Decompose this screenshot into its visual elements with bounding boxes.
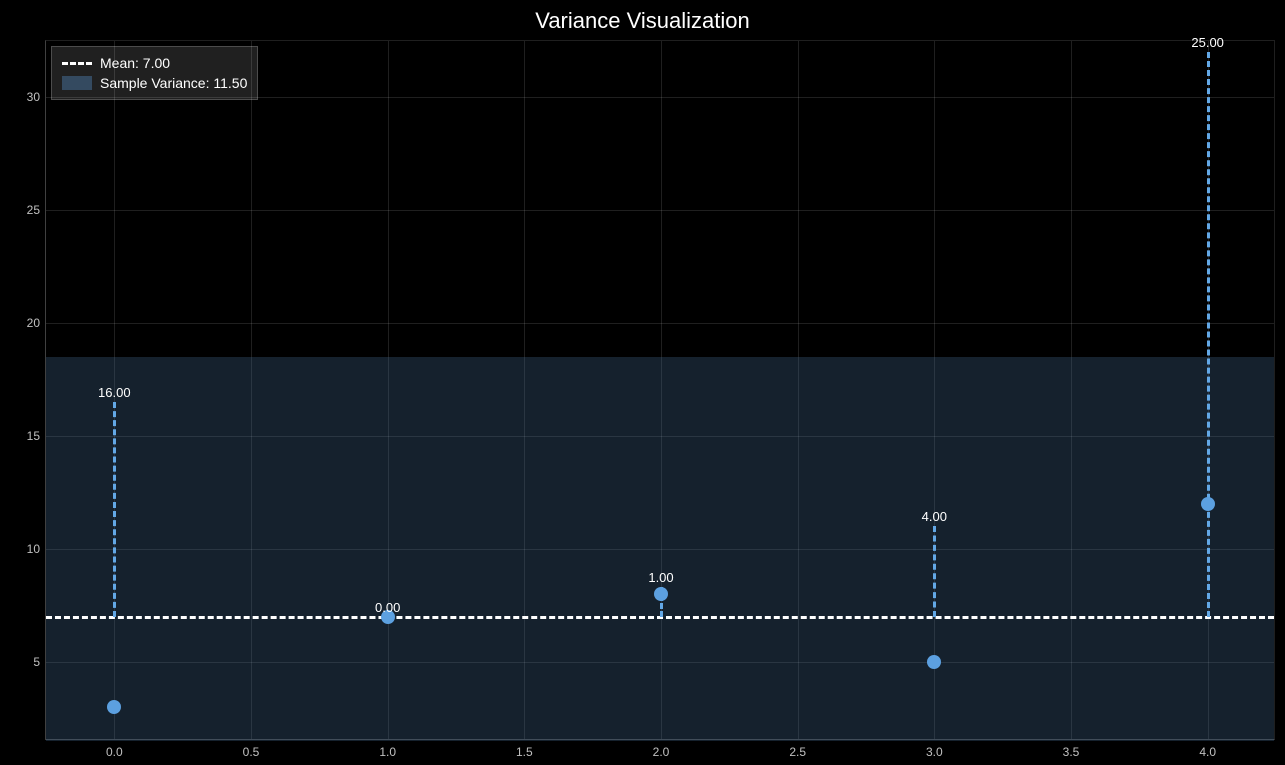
variance-band bbox=[46, 357, 1274, 741]
legend-swatch-variance bbox=[62, 76, 92, 90]
y-tick-label: 10 bbox=[27, 542, 40, 556]
deviation-label: 25.00 bbox=[1191, 35, 1224, 50]
data-point bbox=[927, 655, 941, 669]
x-tick-label: 2.5 bbox=[789, 745, 806, 759]
gridline-h bbox=[46, 210, 1274, 211]
data-point bbox=[1201, 497, 1215, 511]
x-tick-label: 1.0 bbox=[379, 745, 396, 759]
legend-entry-mean: Mean: 7.00 bbox=[62, 53, 247, 73]
deviation-label: 16.00 bbox=[98, 385, 131, 400]
legend-label-variance: Sample Variance: 11.50 bbox=[100, 75, 247, 91]
y-tick-label: 15 bbox=[27, 429, 40, 443]
x-tick-label: 0.5 bbox=[243, 745, 260, 759]
x-tick-label: 2.0 bbox=[653, 745, 670, 759]
chart-title: Variance Visualization bbox=[0, 8, 1285, 34]
gridline-h bbox=[46, 323, 1274, 324]
x-tick-label: 1.5 bbox=[516, 745, 533, 759]
legend-label-mean: Mean: 7.00 bbox=[100, 55, 170, 71]
x-tick-label: 0.0 bbox=[106, 745, 123, 759]
deviation-line bbox=[113, 402, 116, 617]
gridline-h bbox=[46, 97, 1274, 98]
x-tick-label: 3.5 bbox=[1063, 745, 1080, 759]
legend: Mean: 7.00 Sample Variance: 11.50 bbox=[51, 46, 258, 100]
chart-container: Variance Visualization Mean: 7.00 Sample… bbox=[0, 0, 1285, 765]
y-tick-label: 25 bbox=[27, 203, 40, 217]
x-tick-label: 3.0 bbox=[926, 745, 943, 759]
deviation-label: 1.00 bbox=[648, 570, 673, 585]
y-tick-label: 20 bbox=[27, 316, 40, 330]
legend-entry-variance: Sample Variance: 11.50 bbox=[62, 73, 247, 93]
data-point bbox=[107, 700, 121, 714]
plot-area: Mean: 7.00 Sample Variance: 11.50 0.00.5… bbox=[45, 40, 1275, 740]
y-tick-label: 5 bbox=[33, 655, 40, 669]
y-tick-label: 30 bbox=[27, 90, 40, 104]
deviation-line bbox=[1207, 52, 1210, 617]
deviation-label: 4.00 bbox=[922, 509, 947, 524]
legend-swatch-mean bbox=[62, 62, 92, 65]
data-point bbox=[654, 587, 668, 601]
x-tick-label: 4.0 bbox=[1199, 745, 1216, 759]
deviation-line bbox=[933, 526, 936, 616]
deviation-label: 0.00 bbox=[375, 600, 400, 615]
